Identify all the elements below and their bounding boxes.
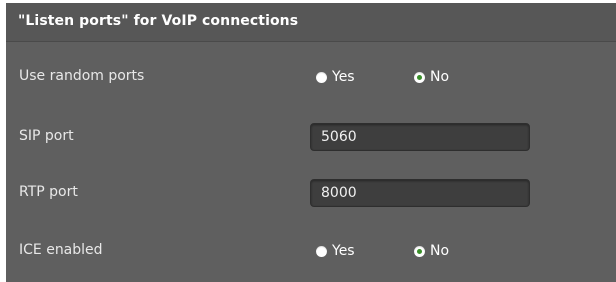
ice-yes-radio[interactable]: Yes	[316, 243, 355, 259]
radio-unchecked-icon[interactable]	[316, 71, 327, 83]
sip-port-row: SIP port	[6, 123, 616, 163]
rtp-port-label: RTP port	[19, 184, 78, 200]
panel-title: "Listen ports" for VoIP connections	[18, 13, 299, 29]
radio-unchecked-icon[interactable]	[316, 245, 327, 257]
random-ports-yes-radio[interactable]: Yes	[316, 69, 355, 85]
radio-checked-icon[interactable]	[414, 245, 425, 257]
rtp-port-row: RTP port	[6, 179, 616, 219]
random-ports-row: Use random ports Yes No	[6, 65, 616, 105]
voip-listen-ports-panel: "Listen ports" for VoIP connections Use …	[6, 3, 616, 282]
ice-enabled-label: ICE enabled	[19, 242, 103, 258]
panel-header: "Listen ports" for VoIP connections	[6, 3, 616, 42]
radio-checked-icon[interactable]	[414, 71, 425, 83]
random-ports-no-label: No	[430, 69, 450, 85]
sip-port-input[interactable]	[310, 123, 530, 151]
ice-no-radio[interactable]: No	[414, 243, 449, 259]
random-ports-yes-label: Yes	[332, 69, 355, 85]
ice-yes-label: Yes	[332, 243, 355, 259]
random-ports-no-radio[interactable]: No	[414, 69, 449, 85]
ice-no-label: No	[430, 243, 450, 259]
ice-enabled-row: ICE enabled Yes No	[6, 239, 616, 279]
random-ports-label: Use random ports	[19, 68, 145, 84]
rtp-port-input[interactable]	[310, 179, 530, 207]
sip-port-label: SIP port	[19, 128, 74, 144]
